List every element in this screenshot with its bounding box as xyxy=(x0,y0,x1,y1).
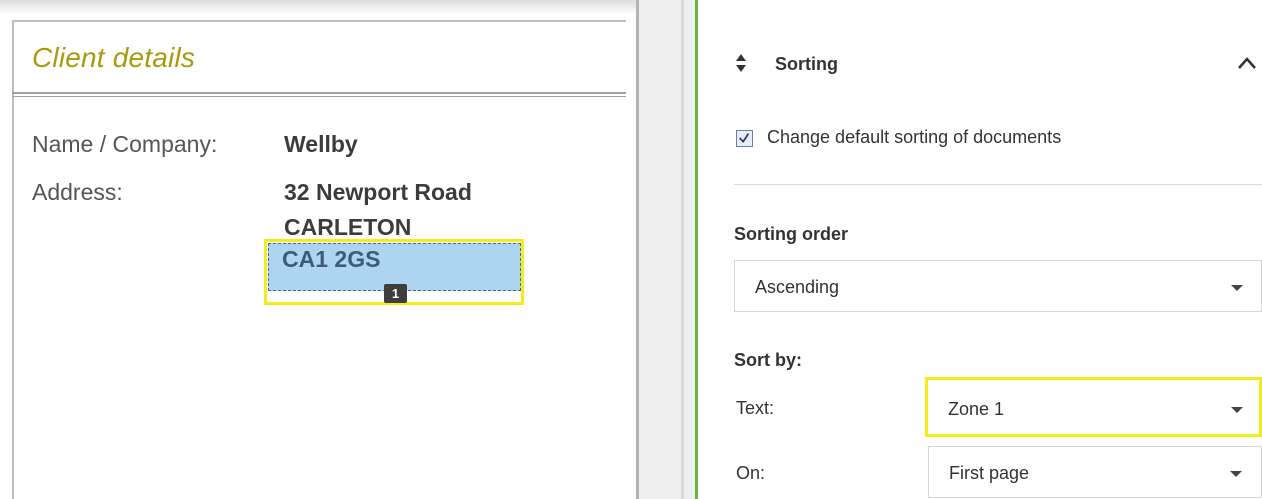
text-zone-select[interactable]: Zone 1 xyxy=(925,377,1262,437)
chevron-down-icon xyxy=(1230,471,1242,477)
address-line-1: 32 Newport Road xyxy=(284,179,472,205)
sorting-order-label: Sorting order xyxy=(734,224,849,244)
change-default-sorting-checkbox[interactable] xyxy=(736,130,753,147)
chevron-down-icon xyxy=(1231,285,1243,291)
checkmark-icon xyxy=(739,133,750,143)
address-label: Address: xyxy=(32,179,123,205)
zone-1-text: CA1 2GS xyxy=(282,246,381,272)
document-top-border xyxy=(12,20,626,22)
chevron-down-icon xyxy=(1231,407,1243,413)
sort-by-label: Sort by: xyxy=(734,350,803,370)
splitter-edge xyxy=(636,0,639,499)
change-default-sorting-label[interactable]: Change default sorting of documents xyxy=(767,127,1061,148)
splitter-edge-right xyxy=(681,0,684,499)
text-zone-value: Zone 1 xyxy=(948,399,1005,419)
document-title: Client details xyxy=(32,42,196,73)
name-company-value: Wellby xyxy=(284,131,358,157)
on-label: On: xyxy=(736,463,766,483)
name-company-label: Name / Company: xyxy=(32,131,218,157)
pane-splitter[interactable] xyxy=(636,0,695,499)
zone-number-badge: 1 xyxy=(384,284,407,303)
section-divider xyxy=(734,184,1262,185)
sorting-order-select[interactable]: Ascending xyxy=(734,260,1262,312)
page-select-value: First page xyxy=(949,463,1030,483)
sorting-section-title[interactable]: Sorting xyxy=(775,54,838,75)
text-label: Text: xyxy=(736,398,775,418)
chevron-up-icon[interactable] xyxy=(1236,54,1258,72)
sorting-order-value: Ascending xyxy=(755,277,840,297)
top-shadow xyxy=(0,0,636,14)
address-line-2: CARLETON xyxy=(284,214,412,240)
page-select[interactable]: First page xyxy=(928,446,1262,498)
title-rule xyxy=(12,92,626,97)
sort-icon xyxy=(736,54,746,72)
